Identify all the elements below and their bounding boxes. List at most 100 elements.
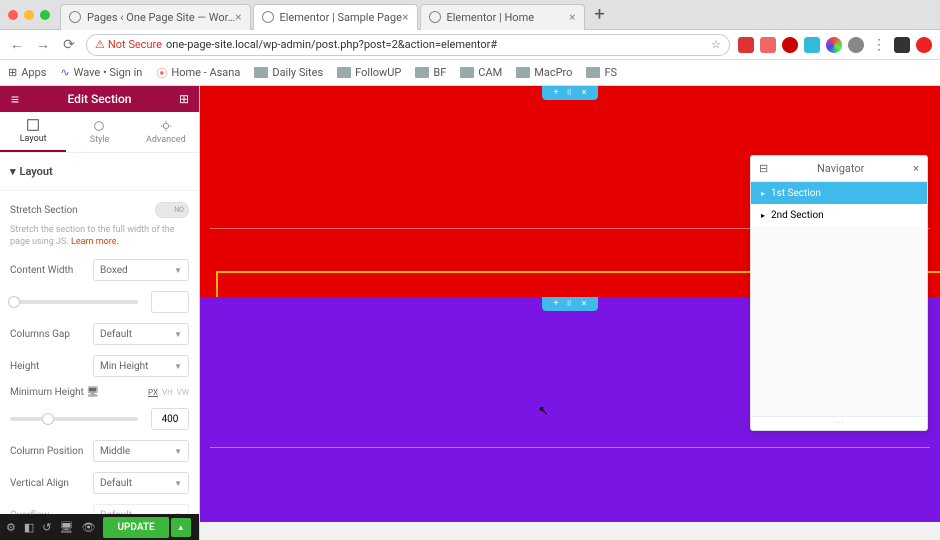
tab-layout[interactable]: Layout (0, 112, 66, 152)
close-icon[interactable]: × (235, 10, 241, 24)
favicon-icon (262, 11, 274, 23)
close-icon[interactable]: × (913, 162, 919, 175)
tab-title: Elementor | Sample Page (280, 11, 402, 24)
desktop-icon[interactable]: 🖥 (86, 387, 99, 398)
tab-title: Elementor | Home (447, 11, 535, 24)
caret-icon: ▸ (761, 189, 765, 198)
ext-icon[interactable] (782, 37, 798, 53)
row-content-width: Content Width Boxed▼ (10, 254, 189, 286)
ext-icon[interactable] (826, 37, 842, 53)
bookmark-item[interactable]: FS (586, 66, 617, 79)
row-height: Height Min Height▼ (10, 350, 189, 382)
learn-more-link[interactable]: Learn more. (71, 237, 119, 247)
navigator-resize-handle[interactable]: ⋯ (751, 416, 927, 430)
settings-icon[interactable]: ⚙ (6, 521, 16, 534)
bookmark-item[interactable]: ⦿ Home - Asana (156, 65, 240, 81)
ext-icon[interactable] (894, 37, 910, 53)
browser-tab[interactable]: Elementor | Home × (420, 4, 585, 30)
browser-tab[interactable]: Pages ‹ One Page Site — Wor…× (60, 4, 251, 30)
label: Stretch Section (10, 205, 78, 216)
ext-icon[interactable] (916, 37, 932, 53)
stretch-toggle[interactable]: NO (155, 202, 189, 218)
unit-px[interactable]: PX (148, 388, 158, 397)
close-icon[interactable]: × (569, 10, 575, 24)
back-button[interactable]: ← (8, 36, 26, 53)
forward-button[interactable]: → (34, 36, 52, 53)
responsive-icon[interactable]: 🖥 (60, 521, 74, 534)
bookmark-item[interactable]: FollowUP (337, 66, 401, 79)
label: Content Width (10, 265, 73, 276)
url-input[interactable]: ⚠ Not Secure one-page-site.local/wp-admi… (86, 34, 730, 56)
width-slider[interactable] (10, 300, 138, 304)
favicon-icon (69, 11, 81, 23)
new-tab-button[interactable]: + (587, 4, 613, 25)
min-height-input[interactable] (151, 408, 189, 430)
window-controls[interactable] (8, 10, 50, 20)
caret-icon: ▸ (761, 211, 765, 220)
row-min-height (10, 403, 189, 435)
help-text: Stretch the section to the full width of… (10, 223, 189, 254)
tab-style[interactable]: Style (66, 112, 132, 152)
navigator-header[interactable]: ⊟ Navigator × (751, 156, 927, 182)
bookmark-item[interactable]: Daily Sites (254, 66, 323, 79)
min-height-slider[interactable] (10, 417, 138, 421)
bookmark-item[interactable]: CAM (460, 66, 502, 79)
close-icon[interactable]: × (402, 10, 408, 24)
panel-footer: ⚙ ◧ ↺ 🖥 👁 UPDATE ▲ (0, 514, 199, 540)
bookmark-item[interactable]: BF (415, 66, 446, 79)
panel-tabs: Layout Style Advanced (0, 112, 199, 152)
bookmark-item[interactable]: ∿ Wave • Sign in (60, 66, 142, 79)
vertical-align-select[interactable]: Default▼ (93, 472, 189, 494)
tab-title: Pages ‹ One Page Site — Wor… (87, 11, 235, 24)
update-options-button[interactable]: ▲ (171, 518, 191, 537)
navigator-title: Navigator (768, 162, 913, 175)
section-handle[interactable]: +⠿× (542, 86, 598, 100)
navigator-item[interactable]: ▸2nd Section (751, 204, 927, 226)
row-column-position: Column Position Middle▼ (10, 435, 189, 467)
unit-vh[interactable]: VH (162, 388, 173, 397)
label: Vertical Align (10, 478, 69, 489)
address-bar: ← → ⟳ ⚠ Not Secure one-page-site.local/w… (0, 30, 940, 60)
bookmarks-bar: ⊞ Apps ∿ Wave • Sign in ⦿ Home - Asana D… (0, 60, 940, 86)
ext-icon[interactable] (804, 37, 820, 53)
preview-icon[interactable]: 👁 (81, 521, 95, 534)
navigator-item[interactable]: ▸1st Section (751, 182, 927, 204)
row-vertical-align: Vertical Align Default▼ (10, 467, 189, 499)
menu-icon[interactable]: ⋮ (870, 37, 888, 53)
tab-advanced[interactable]: Advanced (133, 112, 199, 152)
columns-gap-select[interactable]: Default▼ (93, 323, 189, 345)
browser-tab[interactable]: Elementor | Sample Page× (253, 4, 418, 30)
content-width-select[interactable]: Boxed▼ (93, 259, 189, 281)
bookmark-item[interactable]: MacPro (516, 66, 572, 79)
update-button[interactable]: UPDATE (103, 517, 168, 538)
hamburger-icon[interactable]: ≡ (0, 91, 30, 108)
ext-icon[interactable] (848, 37, 864, 53)
width-input[interactable] (151, 291, 189, 313)
section-handle[interactable]: +⠿× (542, 297, 598, 311)
column-position-select[interactable]: Middle▼ (93, 440, 189, 462)
ext-icon[interactable] (760, 37, 776, 53)
collapse-icon[interactable]: ⊟ (759, 162, 768, 175)
widgets-icon[interactable]: ⊞ (169, 92, 199, 106)
bookmark-star-icon[interactable]: ☆ (711, 38, 721, 51)
row-width-slider (10, 286, 189, 318)
label: Column Position (10, 446, 83, 457)
section-layout-header[interactable]: ▾ Layout (10, 159, 189, 184)
reload-button[interactable]: ⟳ (60, 37, 78, 53)
elementor-panel: ≡ Edit Section ⊞ Layout Style Advanced ▾… (0, 86, 200, 540)
navigator-icon[interactable]: ◧ (24, 521, 34, 534)
not-secure-badge: ⚠ Not Secure (95, 38, 162, 51)
bookmark-item[interactable]: ⊞ Apps (8, 66, 46, 79)
url-text: one-page-site.local/wp-admin/post.php?po… (166, 38, 497, 51)
panel-title: Edit Section (30, 92, 169, 106)
navigator-panel[interactable]: ⊟ Navigator × ▸1st Section ▸2nd Section … (750, 155, 928, 431)
ext-icon[interactable] (738, 37, 754, 53)
row-min-height-label: Minimum Height 🖥 PXVHVW (10, 382, 189, 403)
history-icon[interactable]: ↺ (42, 521, 51, 534)
height-select[interactable]: Min Height▼ (93, 355, 189, 377)
panel-header: ≡ Edit Section ⊞ (0, 86, 199, 112)
browser-tab-strip: Pages ‹ One Page Site — Wor…× Elementor … (0, 0, 940, 30)
navigator-body (751, 226, 927, 416)
label: Height (10, 361, 39, 372)
unit-vw[interactable]: VW (177, 388, 189, 397)
